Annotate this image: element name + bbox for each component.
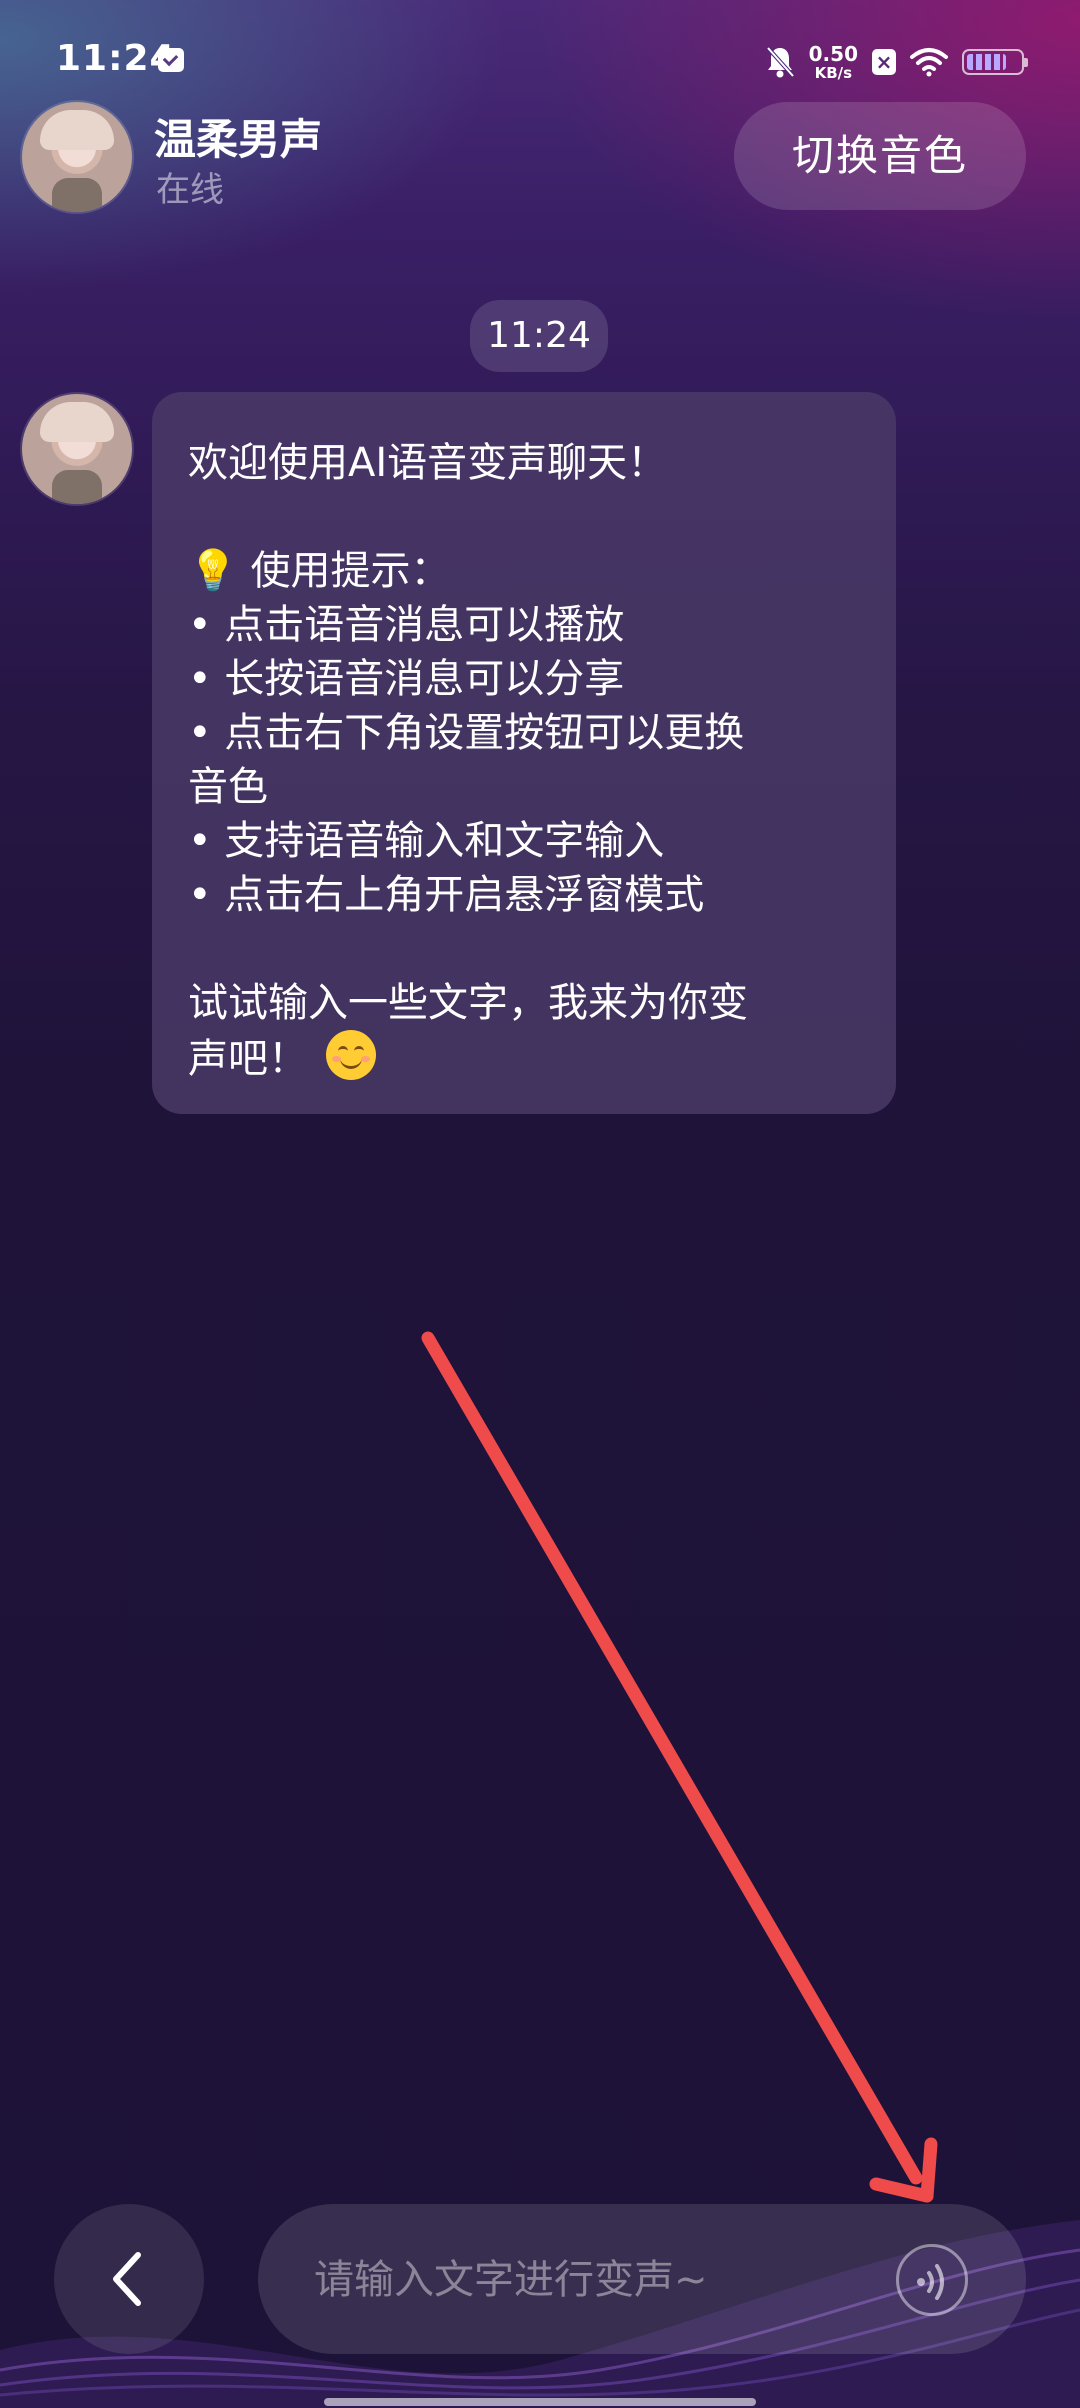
home-indicator[interactable]: [324, 2398, 756, 2406]
voice-input-button[interactable]: [896, 2244, 968, 2316]
chevron-left-icon: [113, 2252, 141, 2306]
voice-wave-icon: [917, 2264, 944, 2300]
text-input[interactable]: [312, 2204, 876, 2356]
back-button[interactable]: [54, 2204, 204, 2354]
text-input-container: [258, 2204, 1026, 2356]
annotation-arrow: [421, 1331, 938, 2203]
